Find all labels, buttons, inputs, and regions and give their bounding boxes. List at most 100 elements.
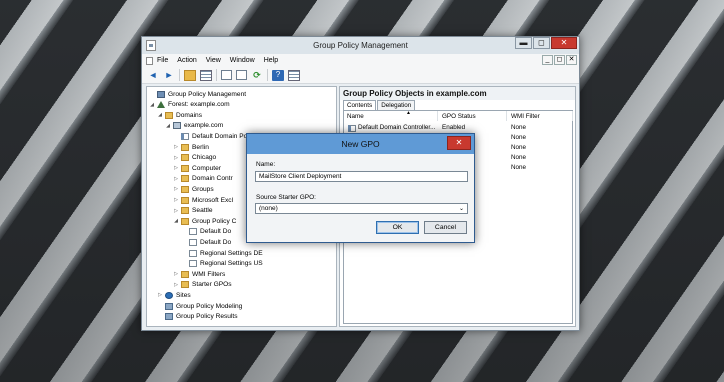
column-gpo-status[interactable]: GPO Status [439,111,507,121]
doc-icon [189,249,197,257]
model-icon [165,302,173,310]
folder-icon [181,270,189,278]
toolbar-separator [216,69,217,81]
toolbar-separator [267,69,268,81]
tab-delegation[interactable]: Delegation [377,100,416,110]
tree-expander-icon[interactable]: ▷ [173,155,179,161]
forward-icon[interactable]: ► [163,70,175,81]
tree-node[interactable]: ▷ Microsoft Excl [173,195,233,205]
tree-node[interactable]: ◢ Forest: example.com [149,100,230,110]
gpm-icon [157,90,165,98]
tree-node[interactable]: ◢ Group Policy C [173,216,236,226]
dialog-close-button[interactable]: ✕ [447,136,471,150]
folder-icon [181,281,189,289]
pane-title: Group Policy Objects in example.com [340,87,575,100]
tree-node-label: Regional Settings US [200,260,263,268]
tree-node-label: Groups [192,185,214,193]
tree-expander-icon[interactable]: ▷ [173,282,179,288]
tree-node[interactable]: ▷ Berlin [173,142,209,152]
column-name[interactable]: Name ▲ [344,110,438,121]
tree-node[interactable]: Regional Settings US [181,259,263,269]
domain-icon [173,122,181,130]
tree-node-label: Starter GPOs [192,281,232,289]
toolbar-separator [179,69,180,81]
back-icon[interactable]: ◄ [147,70,159,81]
tree-node[interactable]: Group Policy Results [157,312,238,322]
up-folder-icon[interactable] [184,69,196,81]
tree-node[interactable]: ▷ Seattle [173,206,213,216]
sort-ascending-icon: ▲ [406,110,411,116]
minimize-button[interactable]: ▬ [515,37,532,49]
cell-wmi: None [511,134,527,141]
tree-node[interactable]: ▷ Domain Contr [173,174,233,184]
menu-view[interactable]: View [206,57,221,64]
menu-file[interactable]: File [146,56,169,65]
properties-icon[interactable] [288,69,300,81]
tree-node[interactable]: Default Domain Policy [173,131,257,141]
tree-node[interactable]: Group Policy Management [149,89,246,99]
folder-icon [165,111,173,119]
menu-help[interactable]: Help [264,57,278,64]
menu-action[interactable]: Action [177,57,196,64]
mdi-close-button[interactable]: ✕ [566,55,577,65]
help-icon[interactable]: ? [272,69,284,81]
ou-icon [181,185,189,193]
ou-icon [181,196,189,204]
maximize-button[interactable]: ◻ [533,37,550,49]
tab-contents[interactable]: Contents [343,100,377,110]
tree-node[interactable]: ▷ Sites [157,290,191,300]
tree-node[interactable]: Default Do [181,237,231,247]
tree-node[interactable]: Default Do [181,227,231,237]
tree-expander-icon[interactable]: ◢ [149,102,155,108]
tree-expander-icon[interactable]: ▷ [157,292,163,298]
folder-icon [181,217,189,225]
tree-node[interactable]: ▷ Groups [173,184,214,194]
show-hide-tree-icon[interactable] [200,69,212,81]
refresh-icon[interactable]: ⟳ [251,70,263,81]
cancel-button[interactable]: Cancel [424,221,467,234]
tree-node[interactable]: ▷ Chicago [173,153,216,163]
tree-node-label: example.com [184,122,224,130]
close-button[interactable]: ✕ [551,37,577,49]
tree-node[interactable]: ◢ Domains [157,110,202,120]
starter-gpo-select[interactable]: (none) ⌄ [255,203,468,214]
dialog-title[interactable]: New GPO [247,134,474,154]
tree-node[interactable]: ▷ Starter GPOs [173,280,232,290]
menu-file-label: File [157,57,169,64]
ou-icon [181,143,189,151]
gpo-icon [348,125,356,132]
tree-node-label: Domains [176,111,203,119]
tree-expander-icon[interactable]: ◢ [165,123,171,129]
model-icon [165,313,173,321]
copy-icon[interactable] [221,70,232,80]
mdi-minimize-button[interactable]: _ [542,55,553,65]
tree-node[interactable]: ◢ example.com [165,121,223,131]
tree-expander-icon[interactable]: ▷ [173,197,179,203]
tree-node-label: Default Do [200,228,232,236]
tree-expander-icon[interactable]: ▷ [173,271,179,277]
paste-icon[interactable] [236,70,247,80]
tree-node-label: Group Policy C [192,217,237,225]
tree-node-label: Seattle [192,207,213,215]
menu-window[interactable]: Window [230,57,255,64]
tree-expander-icon[interactable]: ◢ [157,112,163,118]
ou-icon [181,164,189,172]
new-gpo-dialog: New GPO ✕ Name: MailStore Client Deploym… [246,133,475,243]
ok-button[interactable]: OK [376,221,419,234]
tree-node[interactable]: ▷ Computer [173,163,221,173]
title-bar[interactable]: Group Policy Management ▬ ◻ ✕ [142,37,579,54]
tree-expander-icon[interactable]: ◢ [173,218,179,224]
tree-node[interactable]: Regional Settings DE [181,248,263,258]
gpo-name-input[interactable]: MailStore Client Deployment [255,171,468,182]
tree-expander-icon[interactable]: ▷ [173,176,179,182]
tree-expander-icon[interactable]: ▷ [173,144,179,150]
mdi-restore-button[interactable]: ◻ [554,55,565,65]
tree-expander-icon[interactable]: ▷ [173,165,179,171]
column-wmi-filter[interactable]: WMI Filter [508,111,573,121]
tree-node[interactable]: Group Policy Modeling [157,301,242,311]
tree-expander-icon[interactable]: ▷ [173,208,179,214]
tree-expander-icon[interactable]: ▷ [173,186,179,192]
sites-icon [165,291,173,299]
starter-gpo-label: Source Starter GPO: [256,194,316,201]
tree-node[interactable]: ▷ WMI Filters [173,269,225,279]
